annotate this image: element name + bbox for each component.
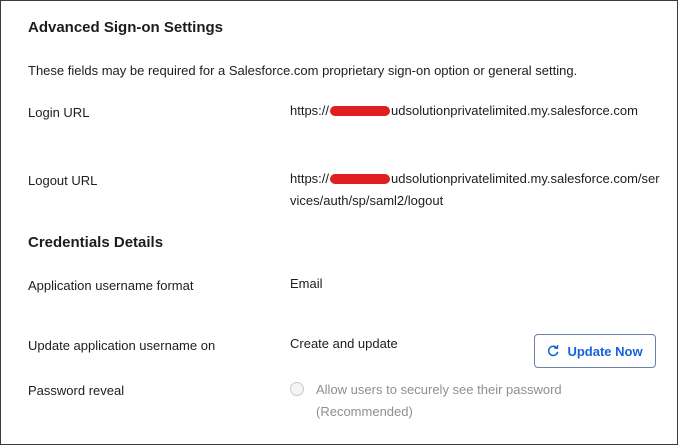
update-now-button[interactable]: Update Now bbox=[534, 334, 656, 368]
login-url-prefix: https:// bbox=[290, 103, 330, 118]
advanced-sign-on-description: These fields may be required for a Sales… bbox=[28, 63, 578, 78]
logout-url-prefix: https:// bbox=[290, 171, 330, 186]
login-url-suffix: udsolutionprivatelimited.my.salesforce.c… bbox=[391, 103, 638, 118]
password-reveal-checkbox-label: Allow users to securely see their passwo… bbox=[316, 382, 562, 419]
redaction-mark bbox=[330, 174, 391, 184]
username-format-label: Application username format bbox=[28, 278, 194, 293]
redaction-mark bbox=[330, 106, 391, 116]
update-username-label: Update application username on bbox=[28, 338, 216, 353]
update-username-value: Create and update bbox=[290, 336, 398, 351]
login-url-label: Login URL bbox=[28, 105, 90, 120]
password-reveal-label: Password reveal bbox=[28, 383, 125, 398]
password-reveal-checkbox[interactable] bbox=[290, 382, 304, 396]
refresh-icon bbox=[548, 345, 559, 357]
logout-url-label: Logout URL bbox=[28, 173, 98, 188]
credentials-details-heading: Credentials Details bbox=[28, 234, 164, 251]
logout-url-value: https://udsolutionprivatelimited.my.sale… bbox=[290, 168, 662, 212]
sign-on-settings-panel: Advanced Sign-on Settings These fields m… bbox=[0, 0, 678, 445]
login-url-value: https:// udsolutionprivatelimited.my.sale… bbox=[290, 100, 662, 122]
update-now-label: Update Now bbox=[567, 343, 643, 359]
username-format-value: Email bbox=[290, 276, 323, 291]
advanced-sign-on-heading: Advanced Sign-on Settings bbox=[28, 19, 224, 36]
